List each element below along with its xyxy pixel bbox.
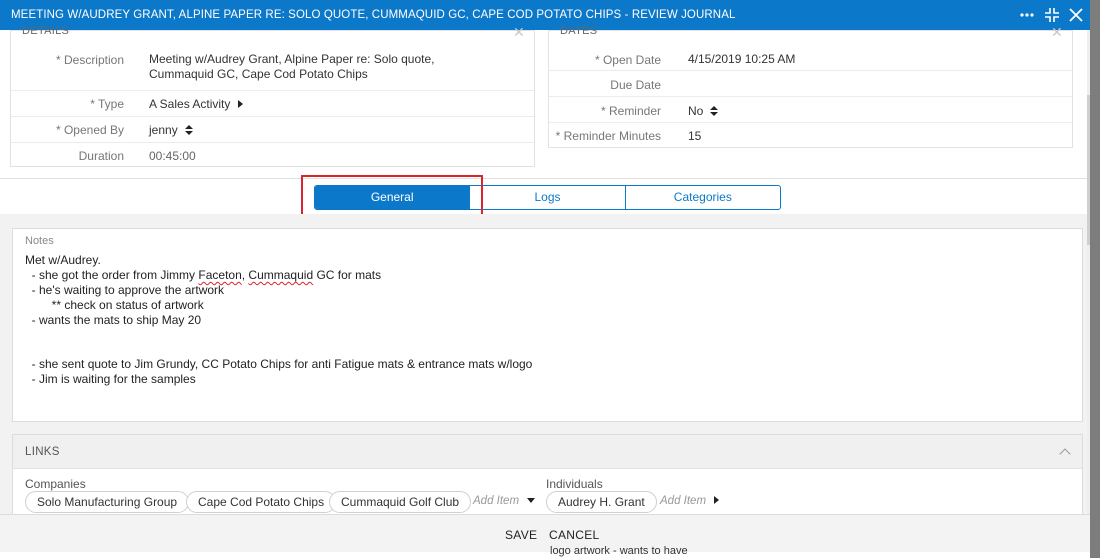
save-button[interactable]: SAVE	[505, 528, 537, 542]
description-line-1[interactable]: Meeting w/Audrey Grant, Alpine Paper re:…	[149, 52, 435, 67]
background-text: logo artwork - wants to have	[550, 545, 688, 557]
tab-bar: General Logs Categories	[314, 185, 781, 210]
window-title: MEETING W/AUDREY GRANT, ALPINE PAPER RE:…	[11, 9, 736, 21]
duration-label: Duration	[78, 149, 124, 163]
more-options-icon[interactable]	[1017, 5, 1037, 25]
sort-updown-icon	[710, 106, 719, 116]
notes-line-text: - she got the order from Jimmy	[25, 268, 199, 282]
caret-right-icon	[714, 496, 720, 504]
notes-line: ** check on status of artwork	[25, 298, 204, 312]
reminder-minutes-value[interactable]: 15	[688, 129, 701, 144]
type-value: A Sales Activity	[149, 97, 231, 111]
reminder-select[interactable]: No	[688, 104, 719, 119]
reminder-label: * Reminder	[600, 104, 661, 118]
company-chip[interactable]: Cummaquid Golf Club	[329, 491, 472, 513]
tab-categories[interactable]: Categories	[626, 186, 780, 209]
details-panel: DETAILS ✕ * Description Meeting w/Audrey…	[10, 24, 535, 168]
companies-label: Companies	[25, 477, 86, 491]
individual-chip[interactable]: Audrey H. Grant	[546, 491, 657, 513]
description-row: * Description Meeting w/Audrey Grant, Al…	[11, 31, 534, 91]
sort-updown-icon	[184, 125, 193, 135]
individuals-label: Individuals	[546, 477, 603, 491]
links-panel: LINKS Companies Solo Manufacturing Group…	[12, 434, 1083, 524]
reminder-minutes-row: * Reminder Minutes 15	[549, 123, 1072, 149]
opened-by-label: * Opened By	[55, 123, 124, 137]
open-date-row: * Open Date 4/15/2019 10:25 AM	[549, 31, 1072, 71]
notes-line: - Jim is waiting for the samples	[25, 372, 196, 386]
links-title: LINKS	[25, 446, 60, 458]
open-date-value[interactable]: 4/15/2019 10:25 AM	[688, 52, 795, 67]
notes-line: - he's waiting to approve the artwork	[25, 283, 225, 297]
title-bar: MEETING W/AUDREY GRANT, ALPINE PAPER RE:…	[0, 0, 1090, 30]
opened-by-row: * Opened By jenny	[11, 117, 534, 143]
company-chip[interactable]: Solo Manufacturing Group	[25, 491, 190, 513]
close-icon[interactable]	[1066, 5, 1086, 25]
notes-line-text: GC for mats	[313, 268, 382, 282]
spellcheck-word: Cummaquid	[248, 268, 314, 282]
footer-bar: SAVE CANCEL	[0, 514, 1090, 552]
type-select[interactable]: A Sales Activity	[149, 97, 244, 112]
notes-label: Notes	[25, 235, 54, 247]
add-item-label: Add Item	[473, 495, 520, 507]
section-divider	[0, 178, 1087, 179]
cancel-button[interactable]: CANCEL	[549, 528, 599, 542]
dates-panel: DATES ✕ * Open Date 4/15/2019 10:25 AM D…	[548, 24, 1073, 149]
individuals-add-item[interactable]: Add Item	[660, 495, 720, 507]
notes-line: - wants the mats to ship May 20	[25, 313, 202, 327]
opened-by-value: jenny	[149, 123, 178, 137]
type-row: * Type A Sales Activity	[11, 91, 534, 117]
scrollbar-thumb[interactable]	[1087, 95, 1090, 245]
due-date-label: Due Date	[610, 78, 661, 92]
content-area: Notes Met w/Audrey. - she got the order …	[0, 214, 1087, 524]
scrollbar[interactable]	[1087, 30, 1090, 514]
type-label: * Type	[90, 97, 124, 111]
description-label: * Description	[55, 53, 124, 67]
notes-line: - she sent quote to Jim Grundy, CC Potat…	[25, 357, 533, 371]
reminder-row: * Reminder No	[549, 97, 1072, 123]
duration-row: Duration 00:45:00	[11, 143, 534, 168]
review-journal-dialog: MEETING W/AUDREY GRANT, ALPINE PAPER RE:…	[0, 0, 1090, 558]
opened-by-select[interactable]: jenny	[149, 123, 193, 138]
description-line-2[interactable]: Cummaquid GC, Cape Cod Potato Chips	[149, 67, 368, 82]
reminder-minutes-label: * Reminder Minutes	[555, 129, 661, 143]
spellcheck-word: Faceton	[198, 268, 242, 282]
collapse-icon[interactable]	[1042, 5, 1062, 25]
links-header[interactable]: LINKS	[13, 435, 1082, 469]
tab-general[interactable]: General	[315, 186, 471, 209]
open-date-label: * Open Date	[594, 53, 661, 67]
caret-right-icon	[238, 100, 244, 108]
chevron-up-icon[interactable]	[1059, 448, 1071, 460]
duration-value: 00:45:00	[149, 149, 196, 163]
notes-line: Met w/Audrey.	[25, 253, 101, 267]
notes-box[interactable]: Notes Met w/Audrey. - she got the order …	[12, 228, 1083, 422]
add-item-label: Add Item	[660, 495, 707, 507]
caret-down-icon	[527, 498, 536, 503]
tab-logs[interactable]: Logs	[470, 186, 626, 209]
notes-line: - she got the order from Jimmy Faceton, …	[25, 268, 381, 283]
reminder-value: No	[688, 104, 704, 118]
companies-add-item[interactable]: Add Item	[473, 495, 536, 507]
company-chip[interactable]: Cape Cod Potato Chips	[186, 491, 337, 513]
due-date-row: Due Date	[549, 71, 1072, 97]
